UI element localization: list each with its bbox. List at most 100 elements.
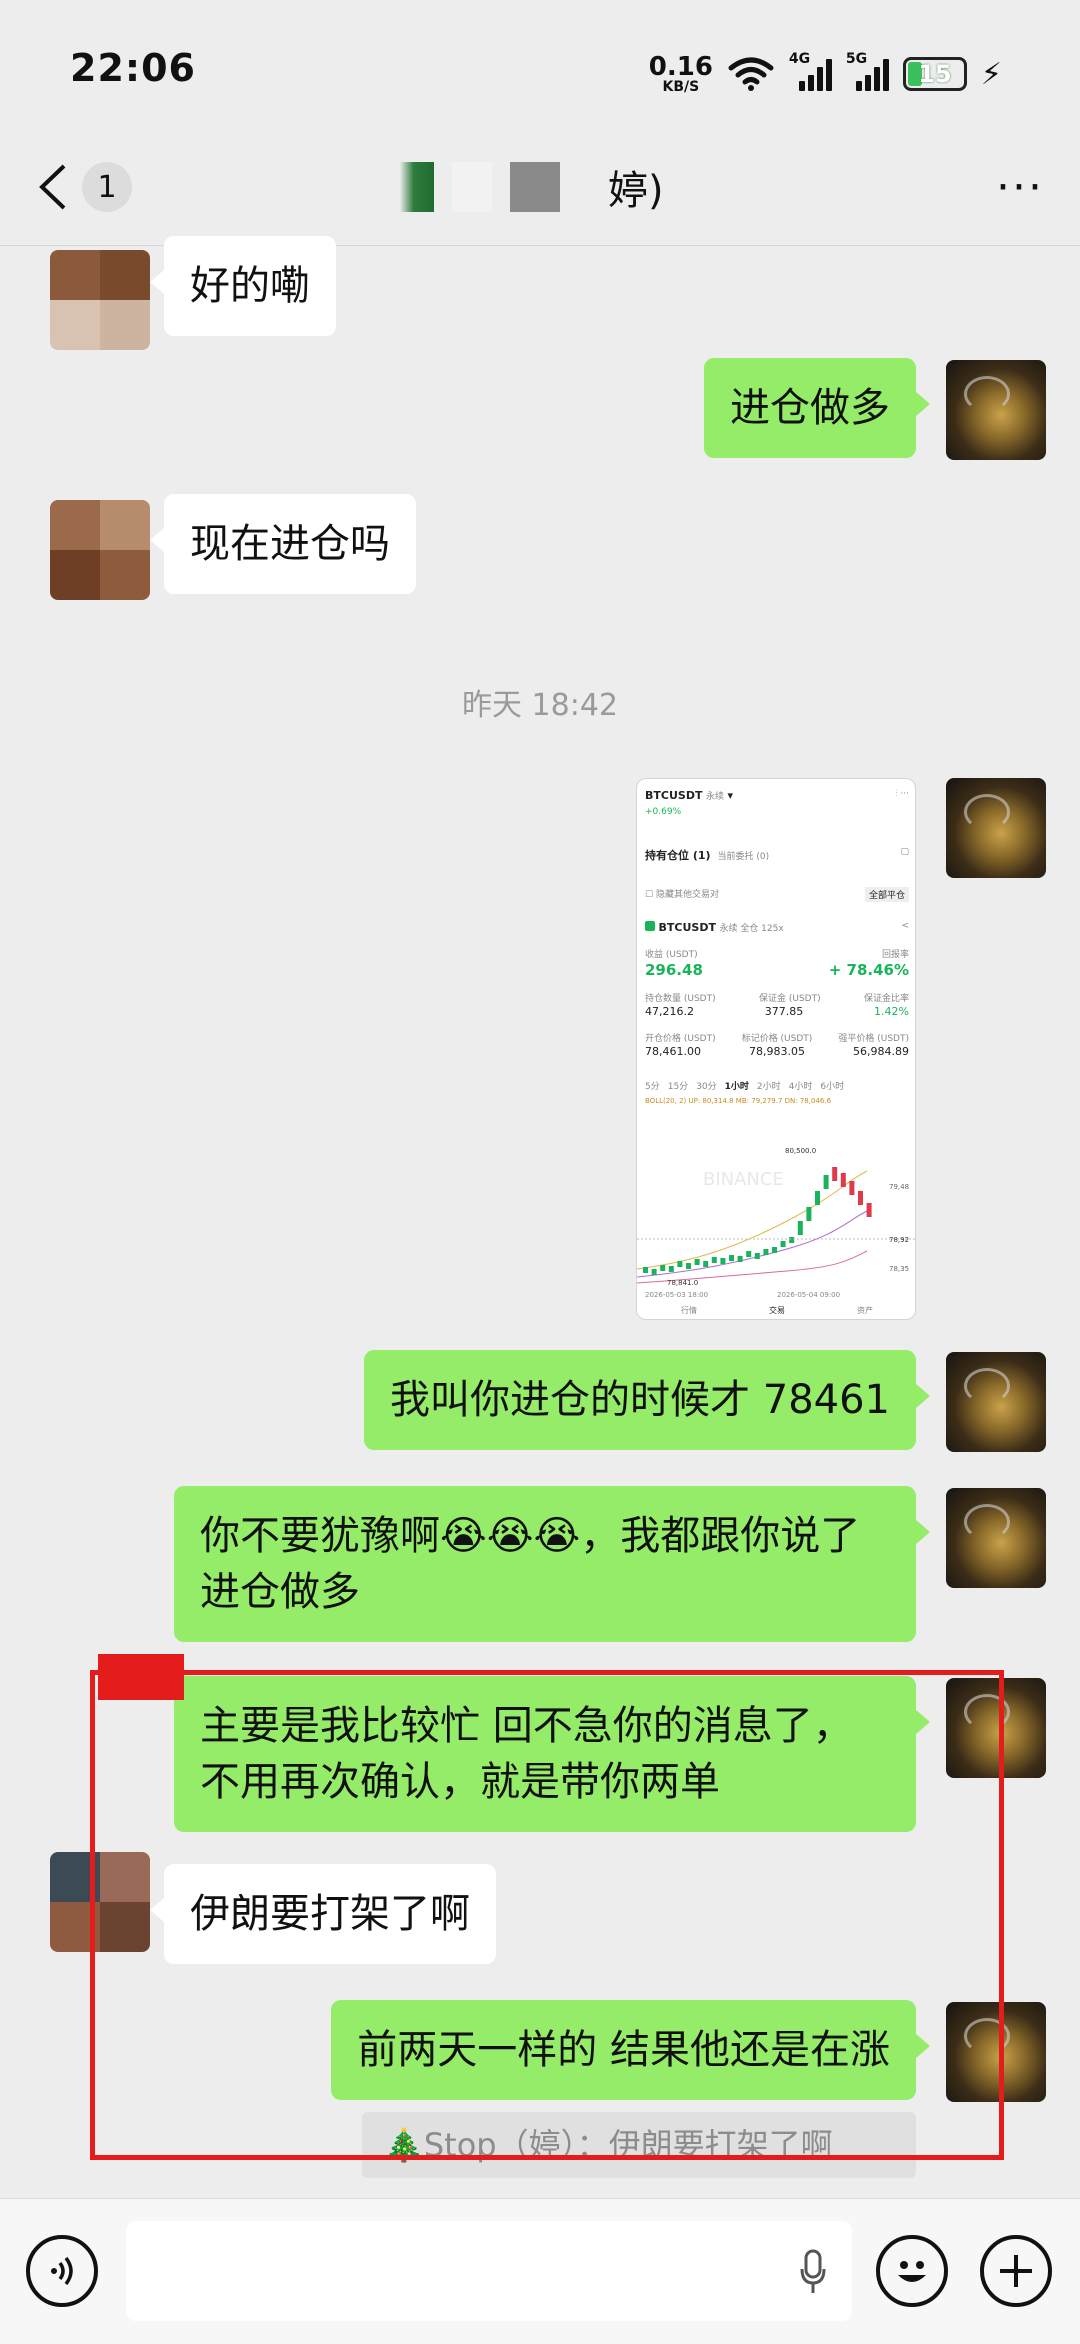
back-chevron-icon [39,164,66,210]
shot-high-label: 80,500.0 [785,1147,816,1155]
shot-nav-item: 行情 [681,1306,697,1315]
charging-icon: ⚡ [980,56,1002,92]
shot-low-label: 78,841.0 [667,1279,698,1287]
message-bubble-received[interactable]: 现在进仓吗 [150,494,416,594]
shot-pnl-label: 收益 (USDT) [645,950,698,960]
shot-price-tick: 78,92 [889,1236,909,1244]
signal-5g-icon: 5G [846,51,889,91]
shot-ratio-label: 保证金比率 [863,994,909,1004]
shot-candle [823,1175,829,1189]
contact-avatar[interactable] [50,500,150,600]
shot-timeframe: 30分 [696,1082,717,1092]
message-text: 你不要犹豫啊😭😭😭，我都跟你说了进仓做多 [200,1513,861,1615]
title-redacted [400,162,434,212]
shot-candle [858,1191,863,1205]
message-bubble-sent[interactable]: 进仓做多 [704,358,930,458]
shot-candle [780,1241,786,1247]
my-avatar[interactable] [946,1352,1046,1452]
shot-roe-label: 回报率 [881,950,909,960]
shot-position-meta: 永续 全仓 125x [719,924,784,934]
shot-candle [711,1257,717,1263]
shot-margin: 377.85 [764,1005,804,1018]
shot-candle [832,1167,838,1181]
message-text: 好的嘞 [190,263,310,309]
my-avatar[interactable] [946,778,1046,878]
message-bubble-sent[interactable]: 我叫你进仓的时候才 78461 [364,1350,930,1450]
back-button[interactable]: 1 [36,162,132,212]
plus-icon[interactable] [980,2235,1052,2307]
shot-pair: BTCUSDT [645,789,703,802]
shot-date-right: 2026-05-04 09:00 [777,1291,841,1299]
shot-candle [660,1265,666,1271]
my-avatar[interactable] [946,1488,1046,1588]
shot-candle [651,1269,657,1275]
shot-candle [849,1181,855,1195]
shot-candle [737,1256,743,1262]
my-avatar[interactable] [946,360,1046,460]
shot-size: 47,216.2 [645,1005,694,1018]
message-bubble-received[interactable]: 好的嘞 [150,236,336,336]
shot-entry-label: 开仓价格 (USDT) [645,1034,716,1044]
shot-tab-orders: 当前委托 (0) [717,852,770,862]
chat-timestamp: 昨天 18:42 [462,688,618,723]
message-text: 现在进仓吗 [190,521,390,567]
image-message[interactable]: BTCUSDT 永续 ▾ ⫶ ··· +0.69% 持有仓位 (1) 当前委托 (… [636,778,916,1320]
shot-candle [729,1255,734,1261]
status-bar: 22:06 0.16 KB/S 4G 5G 15 ⚡ [0,0,1080,140]
message-text: 我叫你进仓的时候才 78461 [390,1377,890,1423]
shot-roe: + 78.46% [828,961,909,979]
input-bar [0,2198,1080,2344]
shot-candle [686,1263,691,1269]
shot-tag: 永续 [705,792,724,802]
shot-candle [806,1207,812,1221]
net-speed: 0.16 KB/S [649,54,713,94]
contact-avatar[interactable] [50,250,150,350]
chat-title: 婷) [400,152,664,222]
shot-candle [643,1267,648,1273]
shot-timeframe: 6小时 [820,1082,845,1092]
shot-nav-item: 交易 [769,1306,785,1315]
signal-4g-icon: 4G [789,51,832,91]
shot-timeframe: 5分 [645,1082,660,1092]
shot-candle [746,1251,752,1257]
shot-candle [754,1253,760,1259]
message-text: 进仓做多 [730,385,890,431]
shot-candle [866,1203,872,1217]
shot-indicator: BOLL(20, 2) UP: 80,314.8 MB: 79,279.7 DN… [645,1097,832,1105]
chat-header: 1 婷) ··· [0,140,1080,246]
signal-5g-label: 5G [845,51,868,67]
battery-level: 15 [918,60,952,88]
shot-nav-item: 资产 [857,1306,873,1315]
shot-candle [703,1261,709,1267]
shot-candle [720,1258,726,1264]
message-bubble-sent[interactable]: 你不要犹豫啊😭😭😭，我都跟你说了进仓做多 [174,1486,930,1642]
shot-candle [763,1249,769,1255]
shot-candle-chart: BINANCE 80,500.0 78,841.0 79,48 78,92 78… [637,1147,915,1287]
more-icon[interactable]: ··· [996,166,1044,210]
shot-timeframe: 2小时 [756,1082,781,1092]
shot-timeframes: 5分 15分 30分 1小时 2小时 4小时 6小时 [645,1079,909,1092]
emoji-icon[interactable] [876,2235,948,2307]
shot-price-tick: 78,35 [889,1265,909,1273]
shot-close-all: 全部平仓 [864,887,909,902]
unread-badge: 1 [82,162,132,212]
title-redacted [510,162,560,212]
shot-price-tick: 79,48 [889,1183,909,1191]
status-time: 22:06 [70,46,196,90]
signal-4g-label: 4G [788,51,811,67]
shot-candle [772,1247,777,1253]
shot-mark-label: 标记价格 (USDT) [741,1034,813,1044]
shot-mark: 78,983.05 [749,1045,805,1058]
shot-hide-other: 隐藏其他交易对 [655,890,719,900]
shot-watermark: BINANCE [703,1169,784,1190]
battery-icon: 15 [902,57,967,91]
shot-liq: 56,984.89 [853,1045,909,1058]
shot-candle [694,1259,700,1265]
voice-icon[interactable] [26,2235,98,2307]
message-input[interactable] [126,2221,852,2321]
mic-icon[interactable] [800,2249,826,2295]
shot-candle [677,1261,683,1267]
title-redacted [452,162,492,212]
shot-candle [815,1191,820,1205]
shot-size-label: 持仓数量 (USDT) [645,994,716,1004]
